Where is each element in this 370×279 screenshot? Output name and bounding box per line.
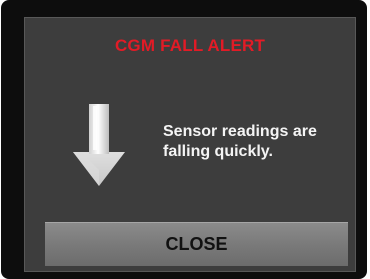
device-frame: CGM FALL ALERT Sensor readings are falli… (1, 0, 367, 279)
down-arrow-icon (73, 104, 125, 186)
alert-message: Sensor readings are falling quickly. (163, 123, 317, 160)
alert-title: CGM FALL ALERT (114, 36, 266, 55)
alert-dialog: CGM FALL ALERT Sensor readings are falli… (24, 17, 356, 272)
close-button[interactable]: CLOSE (45, 222, 348, 266)
